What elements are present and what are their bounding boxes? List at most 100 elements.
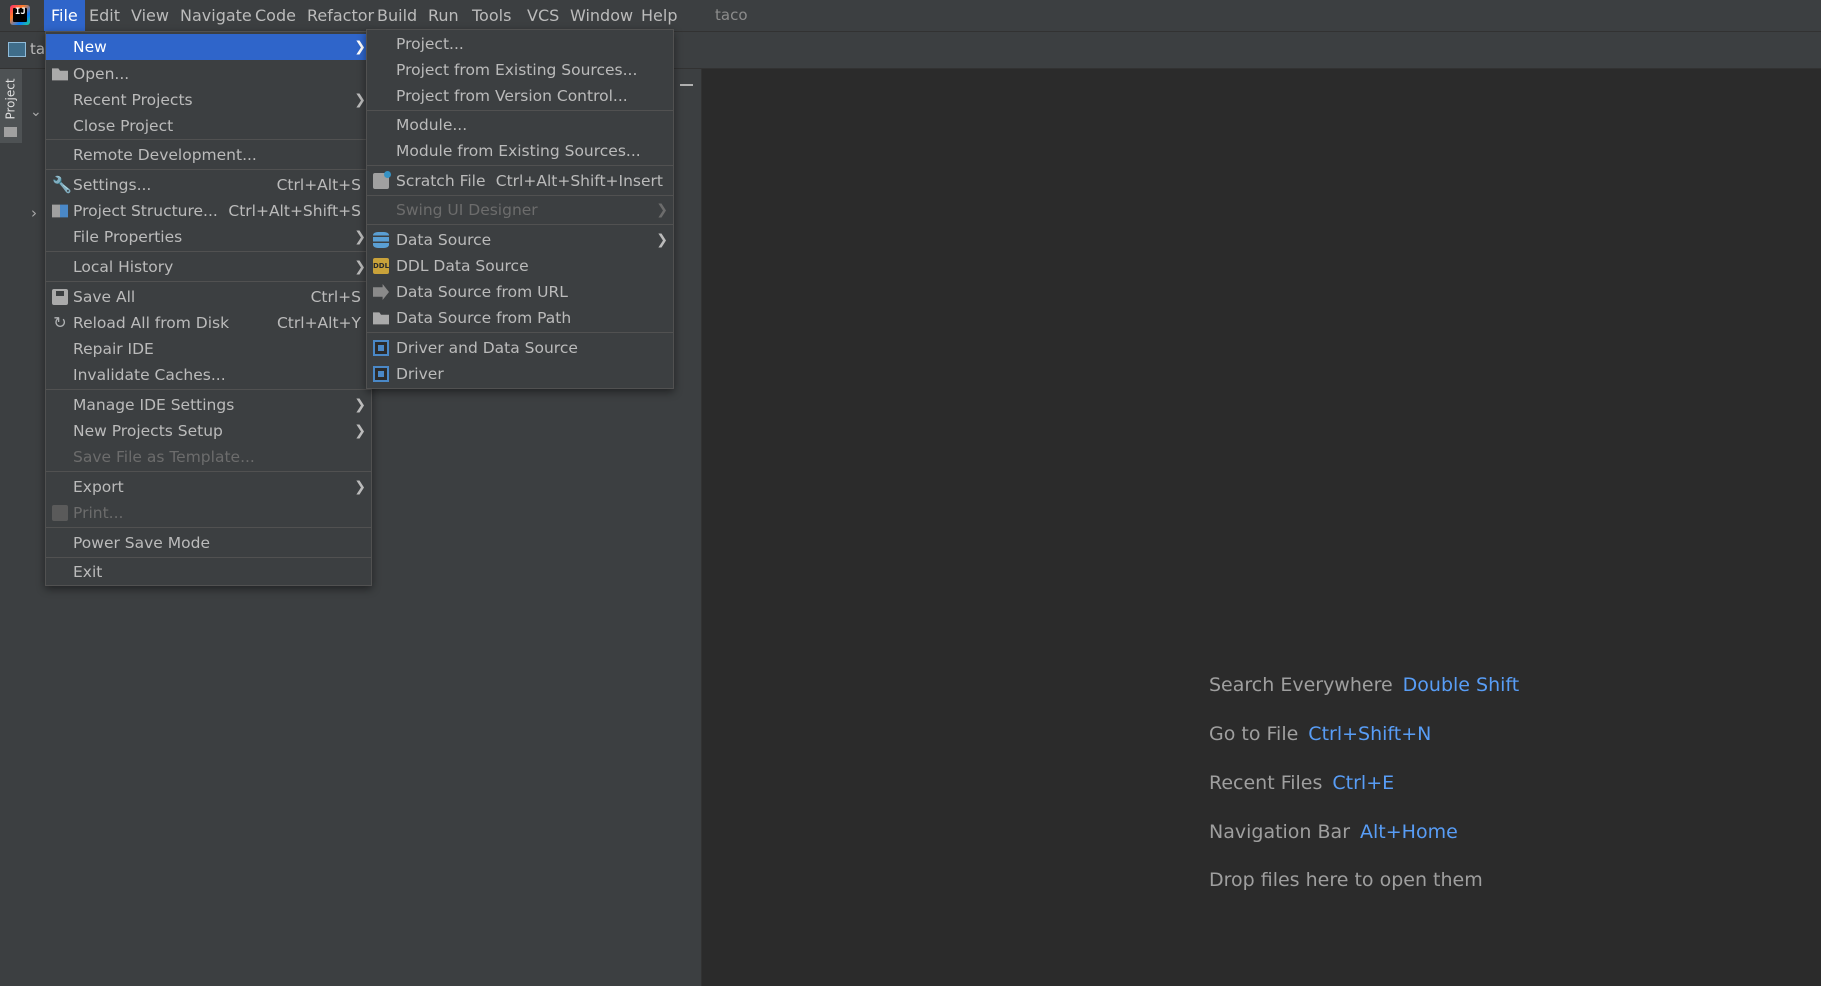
menu-item-manage-ide-settings[interactable]: Manage IDE Settings ❯ (46, 392, 371, 418)
menu-item-new-projects-setup[interactable]: New Projects Setup ❯ (46, 418, 371, 444)
menu-item-label: Print... (73, 504, 124, 522)
menu-item-close-project[interactable]: Close Project (46, 113, 371, 139)
menu-separator (46, 557, 371, 558)
menu-item-label: Open... (73, 65, 130, 83)
menu-item-scratch-file[interactable]: Scratch File Ctrl+Alt+Shift+Insert (367, 168, 673, 194)
chevron-right-icon: ❯ (656, 232, 668, 248)
menu-shortcut: Ctrl+Alt+Y (276, 314, 361, 332)
window-project-name: taco (715, 6, 748, 24)
chevron-right-icon[interactable]: › (31, 204, 37, 222)
menu-separator (46, 281, 371, 282)
hint-recent-files: Recent Files Ctrl+E (1209, 772, 1394, 794)
menu-item-settings[interactable]: 🔧 Settings... Ctrl+Alt+S (46, 172, 371, 198)
menu-item-label: Driver and Data Source (396, 339, 578, 357)
menu-help[interactable]: Help (634, 0, 684, 31)
menu-separator (367, 332, 673, 333)
chevron-right-icon: ❯ (354, 479, 366, 495)
menu-item-module[interactable]: Module... (367, 112, 673, 138)
menu-navigate[interactable]: Navigate (173, 0, 259, 31)
menu-item-remote-development[interactable]: Remote Development... (46, 142, 371, 168)
menu-separator (46, 527, 371, 528)
folder-icon (373, 312, 389, 325)
menu-item-label: Module from Existing Sources... (396, 142, 641, 160)
menu-item-new[interactable]: New ❯ (46, 34, 371, 60)
chevron-right-icon: ❯ (354, 39, 366, 55)
hint-shortcut: Alt+Home (1360, 821, 1458, 843)
menu-item-ddl-data-source[interactable]: DDL DDL Data Source (367, 253, 673, 279)
project-tab-label: Project (3, 78, 18, 120)
editor-area[interactable] (702, 69, 1821, 986)
minimize-icon[interactable] (680, 84, 693, 86)
folder-open-icon (52, 68, 68, 81)
hint-text: Drop files here to open them (1209, 869, 1483, 891)
hint-navigation-bar: Navigation Bar Alt+Home (1209, 821, 1458, 843)
menu-item-local-history[interactable]: Local History ❯ (46, 254, 371, 280)
menu-item-label: DDL Data Source (396, 257, 529, 275)
menu-item-recent-projects[interactable]: Recent Projects ❯ (46, 87, 371, 113)
menu-item-data-source-path[interactable]: Data Source from Path (367, 305, 673, 331)
menu-item-file-properties[interactable]: File Properties ❯ (46, 224, 371, 250)
menu-item-reload-all[interactable]: ↻ Reload All from Disk Ctrl+Alt+Y (46, 310, 371, 336)
hint-go-to-file: Go to File Ctrl+Shift+N (1209, 723, 1431, 745)
menu-run[interactable]: Run (421, 0, 466, 31)
menu-build[interactable]: Build (370, 0, 424, 31)
menu-item-project-existing-sources[interactable]: Project from Existing Sources... (367, 57, 673, 83)
save-icon (52, 289, 68, 305)
menu-item-label: Save File as Template... (73, 448, 255, 466)
menu-separator (46, 251, 371, 252)
url-icon (373, 284, 389, 300)
reload-icon: ↻ (53, 313, 67, 332)
menu-item-module-existing-sources[interactable]: Module from Existing Sources... (367, 138, 673, 164)
menu-separator (367, 224, 673, 225)
menu-vcs[interactable]: VCS (520, 0, 566, 31)
menu-item-label: Swing UI Designer (396, 201, 538, 219)
menu-code[interactable]: Code (248, 0, 303, 31)
menu-separator (46, 169, 371, 170)
menu-item-print: Print... (46, 500, 371, 526)
menu-item-project-structure[interactable]: Project Structure... Ctrl+Alt+Shift+S (46, 198, 371, 224)
menu-item-data-source[interactable]: Data Source ❯ (367, 227, 673, 253)
chevron-right-icon: ❯ (354, 229, 366, 245)
menu-item-export[interactable]: Export ❯ (46, 474, 371, 500)
menu-refactor[interactable]: Refactor (300, 0, 381, 31)
menu-edit[interactable]: Edit (82, 0, 127, 31)
intellij-logo-icon[interactable]: IJ (10, 5, 30, 25)
hint-text: Search Everywhere (1209, 674, 1393, 696)
chevron-right-icon: ❯ (354, 397, 366, 413)
menu-item-new-project[interactable]: Project... (367, 31, 673, 57)
menu-item-label: Recent Projects (73, 91, 193, 109)
chevron-down-icon[interactable]: ⌄ (30, 104, 42, 120)
menu-item-data-source-url[interactable]: Data Source from URL (367, 279, 673, 305)
hint-text: Go to File (1209, 723, 1299, 745)
menu-item-power-save-mode[interactable]: Power Save Mode (46, 530, 371, 556)
menu-window[interactable]: Window (563, 0, 640, 31)
menu-item-save-all[interactable]: Save All Ctrl+S (46, 284, 371, 310)
menu-item-label: Power Save Mode (73, 534, 210, 552)
menu-item-label: Project Structure... (73, 202, 218, 220)
menu-tools[interactable]: Tools (465, 0, 518, 31)
menu-item-project-vcs[interactable]: Project from Version Control... (367, 83, 673, 109)
hint-shortcut: Ctrl+E (1332, 772, 1395, 794)
menu-file[interactable]: File (44, 0, 85, 31)
chevron-right-icon: ❯ (656, 202, 668, 218)
menu-item-label: Project from Existing Sources... (396, 61, 638, 79)
chevron-right-icon: ❯ (354, 423, 366, 439)
menu-view[interactable]: View (124, 0, 176, 31)
menu-item-driver[interactable]: Driver (367, 361, 673, 387)
ddl-icon: DDL (373, 258, 389, 274)
menu-item-label: Repair IDE (73, 340, 154, 358)
chevron-right-icon: ❯ (354, 259, 366, 275)
menu-item-open[interactable]: Open... (46, 61, 371, 87)
menu-item-repair-ide[interactable]: Repair IDE (46, 336, 371, 362)
driver-icon (373, 340, 389, 356)
menu-item-invalidate-caches[interactable]: Invalidate Caches... (46, 362, 371, 388)
menu-item-driver-and-data-source[interactable]: Driver and Data Source (367, 335, 673, 361)
menu-item-label: Remote Development... (73, 146, 257, 164)
menu-separator (367, 165, 673, 166)
hint-drop-files: Drop files here to open them (1209, 869, 1483, 891)
module-icon (8, 42, 26, 57)
breadcrumb[interactable]: ta (30, 40, 45, 58)
menu-item-exit[interactable]: Exit (46, 559, 371, 585)
menu-item-label: Settings... (73, 176, 152, 194)
menu-item-label: New (73, 38, 107, 56)
